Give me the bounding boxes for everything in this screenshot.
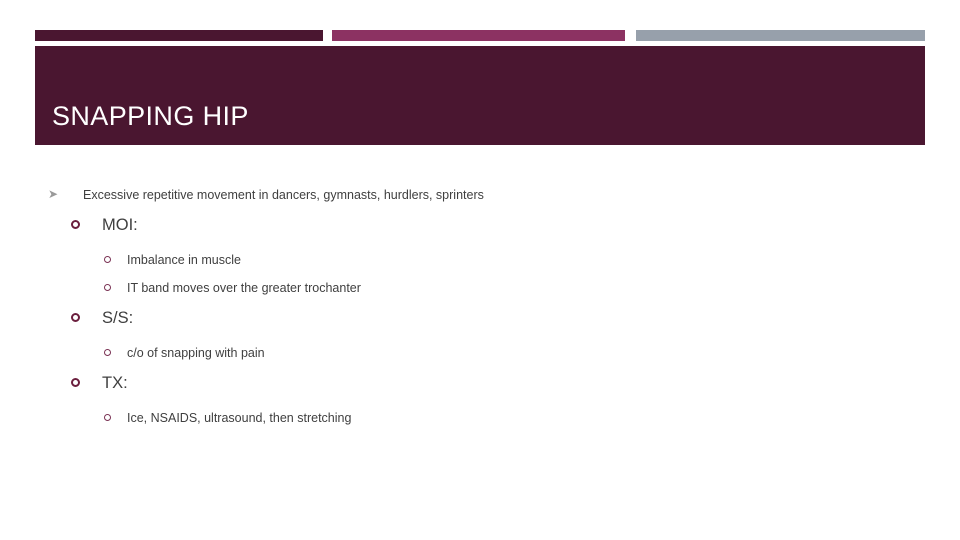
bullet-item-level-2: MOI: (71, 216, 925, 253)
bullet-item-level-3: IT band moves over the greater trochante… (104, 281, 925, 309)
decorative-bar-magenta (332, 30, 625, 41)
bullet-item-level-1: ➤ Excessive repetitive movement in dancer… (48, 188, 925, 216)
decorative-bar-dark-maroon (35, 30, 323, 41)
bullet-text: c/o of snapping with pain (127, 346, 265, 360)
bullet-text: MOI: (102, 216, 138, 234)
bullet-text: Excessive repetitive movement in dancers… (83, 188, 484, 202)
bullet-item-level-2: S/S: (71, 309, 925, 346)
bullet-text: TX: (102, 374, 128, 392)
bullet-item-level-3: Imbalance in muscle (104, 253, 925, 281)
hollow-circle-bullet-icon (71, 312, 102, 325)
bullet-item-level-3: Ice, NSAIDS, ultrasound, then stretching (104, 411, 925, 439)
bullet-text: Ice, NSAIDS, ultrasound, then stretching (127, 411, 352, 425)
slide-body: ➤ Excessive repetitive movement in dancer… (35, 188, 925, 439)
bullet-item-level-3: c/o of snapping with pain (104, 346, 925, 374)
hollow-circle-bullet-icon (71, 219, 102, 232)
decorative-bar-gray (636, 30, 925, 41)
hollow-circle-bullet-icon (71, 377, 102, 390)
slide-title: SNAPPING HIP (52, 101, 249, 131)
bullet-item-level-2: TX: (71, 374, 925, 411)
hollow-circle-bullet-small-icon (104, 349, 127, 360)
bullet-text: S/S: (102, 309, 134, 327)
hollow-circle-bullet-small-icon (104, 256, 127, 267)
bullet-text: IT band moves over the greater trochante… (127, 281, 361, 295)
arrow-bullet-icon: ➤ (48, 187, 59, 201)
presentation-slide: SNAPPING HIP ➤ Excessive repetitive movem… (0, 0, 960, 540)
hollow-circle-bullet-small-icon (104, 284, 127, 295)
bullet-text: Imbalance in muscle (127, 253, 241, 267)
title-banner: SNAPPING HIP (35, 46, 925, 145)
hollow-circle-bullet-small-icon (104, 414, 127, 425)
